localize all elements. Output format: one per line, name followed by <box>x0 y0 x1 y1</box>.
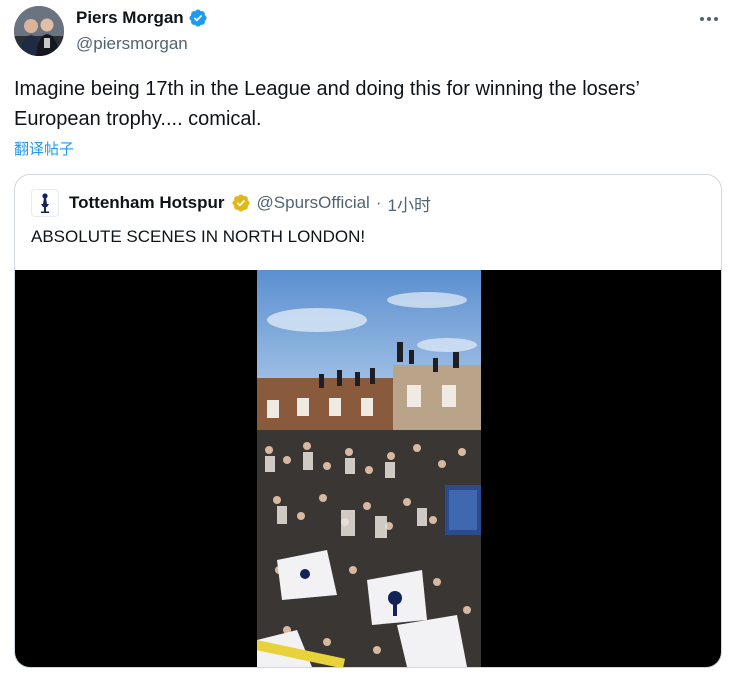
author-avatar[interactable] <box>14 6 64 56</box>
quoted-author-handle[interactable]: @SpursOfficial <box>257 193 370 213</box>
quoted-author-name[interactable]: Tottenham Hotspur <box>69 193 225 213</box>
crowd-video-thumbnail <box>257 270 481 667</box>
video-player[interactable] <box>15 270 721 667</box>
more-options-icon[interactable] <box>696 8 722 30</box>
author-handle[interactable]: @piersmorgan <box>76 34 188 54</box>
quoted-tweet-text: ABSOLUTE SCENES IN NORTH LONDON! <box>31 227 366 246</box>
author-name[interactable]: Piers Morgan <box>76 8 184 28</box>
tweet-text: Imagine being 17th in the League and doi… <box>14 78 640 130</box>
tweet: Piers Morgan @piersmorgan Imagine being … <box>0 0 733 682</box>
verified-badge-icon <box>189 9 207 27</box>
quoted-timestamp[interactable]: 1小时 <box>388 191 431 216</box>
cockerel-logo-icon[interactable] <box>31 189 59 217</box>
quoted-header: Tottenham Hotspur @SpursOfficial · 1小时 <box>31 189 431 217</box>
translate-post-link[interactable]: 翻译帖子 <box>14 138 74 159</box>
video-frame <box>257 270 481 667</box>
gold-verified-badge-icon <box>231 194 250 212</box>
avatar-image <box>14 6 64 56</box>
author-name-row[interactable]: Piers Morgan <box>76 8 208 28</box>
quoted-tweet[interactable]: Tottenham Hotspur @SpursOfficial · 1小时 A… <box>14 174 722 668</box>
quoted-separator: · <box>375 193 382 212</box>
